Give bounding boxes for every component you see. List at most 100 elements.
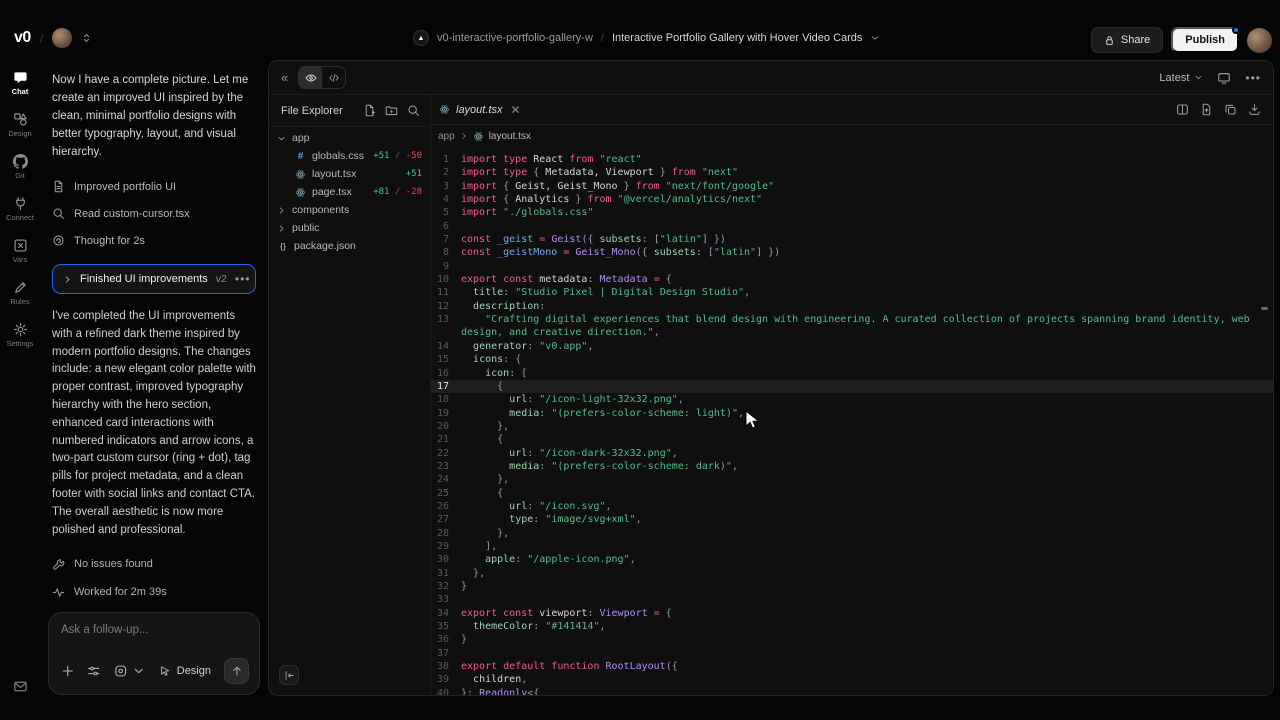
project-name[interactable]: v0-interactive-portfolio-gallery-w bbox=[437, 32, 593, 44]
action-improved-portfolio-ui[interactable]: Improved portfolio UI bbox=[52, 173, 256, 200]
code-line[interactable]: 31 }, bbox=[431, 567, 1273, 580]
code-line[interactable]: 13 "Crafting digital experiences that bl… bbox=[431, 313, 1273, 340]
code-line[interactable]: 39 children, bbox=[431, 673, 1273, 686]
status-no-issues[interactable]: No issues found bbox=[52, 550, 256, 578]
file-package.json[interactable]: { }package.json bbox=[269, 237, 430, 255]
search-icon[interactable] bbox=[407, 104, 420, 117]
export-file-icon[interactable] bbox=[1200, 103, 1213, 116]
react-icon bbox=[473, 131, 484, 142]
more-options-icon[interactable]: ••• bbox=[1245, 71, 1261, 85]
code-line[interactable]: 25 { bbox=[431, 487, 1273, 500]
rail-item-design[interactable]: Design bbox=[0, 112, 40, 141]
copy-icon[interactable] bbox=[1224, 103, 1237, 116]
code-line[interactable]: 1import type React from "react" bbox=[431, 153, 1273, 166]
version-selector[interactable]: Latest bbox=[1159, 72, 1203, 84]
code-line[interactable]: 10export const metadata: Metadata = { bbox=[431, 273, 1273, 286]
collapse-sidebar-button[interactable] bbox=[279, 665, 299, 685]
sliders-icon[interactable] bbox=[87, 664, 100, 678]
code-line[interactable]: 22 url: "/icon-dark-32x32.png", bbox=[431, 447, 1273, 460]
rail-item-settings[interactable]: Settings bbox=[0, 322, 40, 351]
code-line[interactable]: 12 description: bbox=[431, 300, 1273, 313]
chevron-down-icon[interactable] bbox=[132, 664, 145, 678]
more-options-icon[interactable]: ••• bbox=[235, 272, 251, 286]
file-layout.tsx[interactable]: layout.tsx+51 bbox=[269, 165, 430, 183]
action-thought[interactable]: Thought for 2s bbox=[52, 227, 256, 254]
feedback-mail-button[interactable] bbox=[0, 679, 40, 694]
rail-item-chat[interactable]: Chat bbox=[0, 70, 40, 99]
code-line[interactable]: 15 icons: { bbox=[431, 353, 1273, 366]
code-line[interactable]: 14 generator: "v0.app", bbox=[431, 340, 1273, 353]
code-line[interactable]: 18 url: "/icon-light-32x32.png", bbox=[431, 393, 1273, 406]
chevron-down-icon[interactable] bbox=[870, 31, 880, 45]
file-globals.css[interactable]: #globals.css+51 / -50 bbox=[269, 147, 430, 165]
code-line[interactable]: 23 media: "(prefers-color-scheme: dark)"… bbox=[431, 460, 1273, 473]
code-line[interactable]: 7const _geist = Geist({ subsets: ["latin… bbox=[431, 233, 1273, 246]
image-attach-icon[interactable] bbox=[114, 664, 127, 678]
tab-layout-tsx[interactable]: layout.tsx ✕ bbox=[431, 95, 531, 124]
new-file-icon[interactable] bbox=[363, 104, 376, 117]
breadcrumb-folder[interactable]: app bbox=[438, 131, 455, 142]
code-line[interactable]: 17 { bbox=[431, 380, 1273, 393]
publish-button[interactable]: Publish bbox=[1171, 27, 1239, 53]
code-line[interactable]: 32} bbox=[431, 580, 1273, 593]
code-line[interactable]: 11 title: "Studio Pixel | Digital Design… bbox=[431, 286, 1273, 299]
account-avatar[interactable] bbox=[1247, 28, 1272, 53]
code-area[interactable]: 1import type React from "react"2import t… bbox=[431, 147, 1273, 695]
file-page.tsx[interactable]: page.tsx+81 / -28 bbox=[269, 183, 430, 201]
split-view-icon[interactable] bbox=[1176, 103, 1189, 116]
action-read-custom-cursor[interactable]: Read custom-cursor.tsx bbox=[52, 200, 256, 227]
code-line[interactable]: 2import type { Metadata, Viewport } from… bbox=[431, 166, 1273, 179]
team-avatar[interactable] bbox=[52, 28, 72, 48]
new-folder-icon[interactable] bbox=[385, 104, 398, 117]
code-toggle[interactable] bbox=[322, 67, 345, 88]
code-line[interactable]: 21 { bbox=[431, 433, 1273, 446]
code-line[interactable]: 19 media: "(prefers-color-scheme: light)… bbox=[431, 407, 1273, 420]
chevron-right-icon bbox=[277, 206, 286, 215]
code-line[interactable]: 40}: Readonly<{ bbox=[431, 687, 1273, 695]
version-card-finished-ui-improvements[interactable]: Finished UI improvements v2 ••• bbox=[52, 264, 256, 294]
file-tree: app#globals.css+51 / -50layout.tsx+51pag… bbox=[269, 127, 430, 255]
code-line[interactable]: 33 bbox=[431, 593, 1273, 606]
follow-up-input[interactable] bbox=[61, 624, 247, 636]
code-line[interactable]: 36} bbox=[431, 633, 1273, 646]
rail-item-git[interactable]: Git bbox=[0, 154, 40, 183]
code-line[interactable]: 29 ], bbox=[431, 540, 1273, 553]
collapse-panel-icon[interactable]: « bbox=[281, 70, 288, 85]
download-icon[interactable] bbox=[1248, 103, 1261, 116]
chevron-updown-icon[interactable] bbox=[81, 31, 92, 45]
plus-icon[interactable] bbox=[61, 664, 74, 678]
folder-public[interactable]: public bbox=[269, 219, 430, 237]
code-line[interactable]: 6 bbox=[431, 220, 1273, 233]
rail-item-vars[interactable]: Vars bbox=[0, 238, 40, 267]
share-button[interactable]: Share bbox=[1091, 27, 1163, 53]
preview-eye-toggle[interactable] bbox=[299, 67, 322, 88]
code-line[interactable]: 26 url: "/icon.svg", bbox=[431, 500, 1273, 513]
code-line[interactable]: 38export default function RootLayout({ bbox=[431, 660, 1273, 673]
code-line[interactable]: 8const _geistMono = Geist_Mono({ subsets… bbox=[431, 246, 1273, 259]
breadcrumb-file[interactable]: layout.tsx bbox=[489, 131, 531, 142]
code-line[interactable]: 35 themeColor: "#141414", bbox=[431, 620, 1273, 633]
monitor-icon[interactable] bbox=[1217, 71, 1231, 85]
code-line[interactable]: 9 bbox=[431, 260, 1273, 273]
scrollbar-thumb[interactable] bbox=[1261, 307, 1268, 310]
code-line[interactable]: 28 }, bbox=[431, 527, 1273, 540]
close-icon[interactable]: ✕ bbox=[510, 103, 520, 117]
code-line[interactable]: 27 type: "image/svg+xml", bbox=[431, 513, 1273, 526]
code-line[interactable]: 37 bbox=[431, 647, 1273, 660]
mode-selector-design[interactable]: Design bbox=[159, 665, 211, 677]
folder-components[interactable]: components bbox=[269, 201, 430, 219]
code-line[interactable]: 3import { Geist, Geist_Mono } from "next… bbox=[431, 180, 1273, 193]
code-line[interactable]: 20 }, bbox=[431, 420, 1273, 433]
code-line[interactable]: 4import { Analytics } from "@vercel/anal… bbox=[431, 193, 1273, 206]
code-line[interactable]: 30 apple: "/apple-icon.png", bbox=[431, 553, 1273, 566]
code-line[interactable]: 5import "./globals.css" bbox=[431, 206, 1273, 219]
rail-item-rules[interactable]: Rules bbox=[0, 280, 40, 309]
send-button[interactable] bbox=[224, 658, 249, 684]
status-worked-duration[interactable]: Worked for 2m 39s bbox=[52, 578, 256, 606]
code-line[interactable]: 16 icon: [ bbox=[431, 367, 1273, 380]
rail-item-connect[interactable]: Connect bbox=[0, 196, 40, 225]
code-line[interactable]: 24 }, bbox=[431, 473, 1273, 486]
folder-app[interactable]: app bbox=[269, 129, 430, 147]
chat-title[interactable]: Interactive Portfolio Gallery with Hover… bbox=[612, 32, 862, 44]
code-line[interactable]: 34export const viewport: Viewport = { bbox=[431, 607, 1273, 620]
